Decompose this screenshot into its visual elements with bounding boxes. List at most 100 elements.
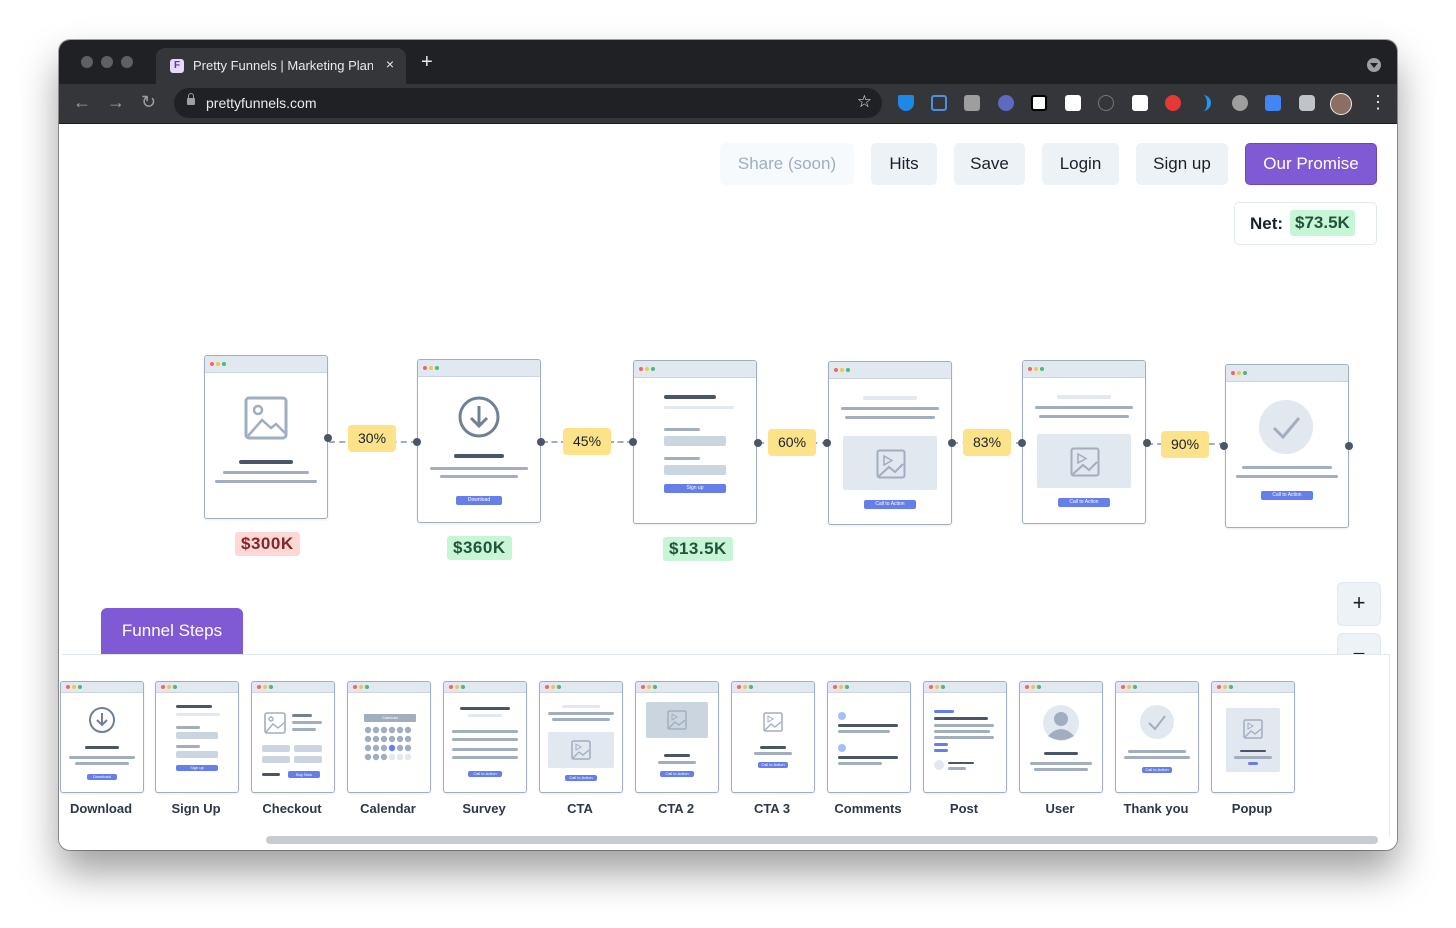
- browser-menu-icon[interactable]: ⋮: [1369, 92, 1387, 112]
- tray-item-label: Comments: [834, 801, 902, 816]
- download-icon: [89, 707, 115, 733]
- tab-close-icon[interactable]: ×: [386, 56, 394, 72]
- extensions-puzzle-icon[interactable]: [1299, 95, 1315, 111]
- cta-button-preview: Call to Action: [1261, 491, 1313, 500]
- title-bar: F Pretty Funnels | Marketing Plan × +: [59, 40, 1397, 84]
- extension-monkey-icon[interactable]: [1232, 95, 1248, 111]
- tray-item-survey[interactable]: Call to Action: [443, 681, 527, 793]
- connector-handle[interactable]: [1143, 439, 1151, 447]
- tray-item-user[interactable]: [1019, 681, 1103, 793]
- reload-icon[interactable]: ↻: [141, 92, 156, 112]
- tray-item-thank-you[interactable]: Call to Action: [1115, 681, 1199, 793]
- tab-search-icon[interactable]: [1367, 58, 1381, 72]
- tray-item-calendar[interactable]: Calendar: [347, 681, 431, 793]
- funnel-steps-tab[interactable]: Funnel Steps: [101, 608, 243, 654]
- login-button[interactable]: Login: [1042, 143, 1119, 185]
- tray-item-signup[interactable]: Sign up: [155, 681, 239, 793]
- download-icon: [458, 396, 500, 438]
- image-icon: [264, 712, 286, 734]
- avatar: [838, 712, 846, 720]
- tray-item-comments[interactable]: [827, 681, 911, 793]
- extension-share-icon[interactable]: [931, 95, 947, 111]
- new-tab-button[interactable]: +: [421, 52, 433, 72]
- video-image-icon: [1070, 447, 1100, 477]
- video-image-icon: [876, 449, 906, 479]
- conversion-rate-badge[interactable]: 30%: [348, 425, 397, 452]
- minimize-window-button[interactable]: [101, 56, 113, 68]
- extension-asterisk-icon[interactable]: [998, 95, 1014, 111]
- tray-item-cta-3[interactable]: Call to Action: [731, 681, 815, 793]
- step-value-badge: $300K: [235, 532, 300, 556]
- extension-translate-icon[interactable]: [1265, 95, 1281, 111]
- tray-item-cta[interactable]: Call to Action: [539, 681, 623, 793]
- funnel-step-card[interactable]: Call to Action: [1225, 364, 1349, 528]
- connector-handle[interactable]: [823, 439, 831, 447]
- image-icon: [244, 396, 288, 440]
- extension-diamond-icon[interactable]: [898, 95, 914, 111]
- net-label: Net:: [1250, 214, 1284, 233]
- connector-handle[interactable]: [1220, 442, 1228, 450]
- maximize-window-button[interactable]: [121, 56, 133, 68]
- tray-item-download[interactable]: Download: [60, 681, 144, 793]
- forward-icon[interactable]: →: [107, 92, 125, 112]
- cta-button-preview: Call to Action: [1058, 498, 1110, 507]
- funnel-step-card[interactable]: [204, 355, 328, 519]
- funnel-steps-tray: Download Download Sign up Sign Up Buy No…: [60, 654, 1390, 836]
- step-value-badge: $13.5K: [663, 537, 733, 561]
- share-button[interactable]: Share (soon): [720, 143, 854, 185]
- conversion-rate-badge[interactable]: 45%: [563, 428, 612, 455]
- close-window-button[interactable]: [81, 56, 93, 68]
- connector-handle[interactable]: [1345, 442, 1353, 450]
- extension-r-icon[interactable]: [1031, 95, 1047, 111]
- tray-item-label: Calendar: [360, 801, 416, 816]
- tab-title: Pretty Funnels | Marketing Plan: [193, 58, 373, 73]
- extension-info-icon[interactable]: [1098, 95, 1114, 111]
- conversion-rate-badge[interactable]: 90%: [1161, 431, 1210, 458]
- tray-item-checkout[interactable]: Buy Now: [251, 681, 335, 793]
- connector-handle[interactable]: [537, 438, 545, 446]
- connector-handle[interactable]: [324, 434, 332, 442]
- tray-item-label: CTA: [567, 801, 593, 816]
- calendar-grid: [364, 726, 412, 761]
- hits-button[interactable]: Hits: [871, 143, 937, 185]
- extension-m-icon[interactable]: [964, 95, 980, 111]
- video-image-icon: [763, 712, 783, 732]
- tray-item-popup[interactable]: [1211, 681, 1295, 793]
- extension-edit-icon[interactable]: [1132, 95, 1148, 111]
- connector-handle[interactable]: [948, 439, 956, 447]
- url-text: prettyfunnels.com: [206, 95, 317, 111]
- tray-item-label: Post: [949, 801, 979, 816]
- avatar: [934, 760, 944, 770]
- horizontal-scrollbar[interactable]: [266, 836, 1378, 844]
- tray-item-post[interactable]: [923, 681, 1007, 793]
- address-bar[interactable]: prettyfunnels.com ☆: [174, 88, 882, 118]
- tray-item-label: CTA 3: [753, 801, 791, 816]
- funnel-step-card[interactable]: Download: [417, 359, 541, 523]
- connector-handle[interactable]: [629, 438, 637, 446]
- our-promise-button[interactable]: Our Promise: [1245, 143, 1377, 185]
- extension-audio-icon[interactable]: [1199, 95, 1211, 111]
- zoom-in-button[interactable]: +: [1337, 582, 1381, 626]
- extension-pokeball-icon[interactable]: [1165, 95, 1181, 111]
- tray-item-cta-2[interactable]: Call to Action: [635, 681, 719, 793]
- funnel-step-card[interactable]: Call to Action: [1022, 360, 1146, 524]
- browser-tab[interactable]: F Pretty Funnels | Marketing Plan ×: [156, 48, 406, 84]
- funnel-step-card[interactable]: Sign up: [633, 360, 757, 524]
- back-icon[interactable]: ←: [73, 92, 91, 112]
- conversion-rate-badge[interactable]: 60%: [768, 429, 817, 456]
- profile-avatar[interactable]: [1330, 93, 1352, 115]
- tray-item-label: Popup: [1231, 801, 1273, 816]
- extension-reader-icon[interactable]: [1065, 95, 1081, 111]
- video-image-icon: [1243, 719, 1263, 739]
- funnel-step-card[interactable]: Call to Action: [828, 361, 952, 525]
- video-image-icon: [667, 710, 687, 730]
- signup-button[interactable]: Sign up: [1136, 143, 1228, 185]
- conversion-rate-badge[interactable]: 83%: [963, 429, 1012, 456]
- connector-handle[interactable]: [1018, 439, 1026, 447]
- net-total: Net: $73.5K: [1234, 202, 1377, 245]
- connector-handle[interactable]: [754, 439, 762, 447]
- browser-toolbar: ← → ↻ prettyfunnels.com ☆ ⋮: [59, 84, 1397, 124]
- save-button[interactable]: Save: [954, 143, 1025, 185]
- connector-handle[interactable]: [413, 438, 421, 446]
- bookmark-star-icon[interactable]: ☆: [857, 92, 872, 112]
